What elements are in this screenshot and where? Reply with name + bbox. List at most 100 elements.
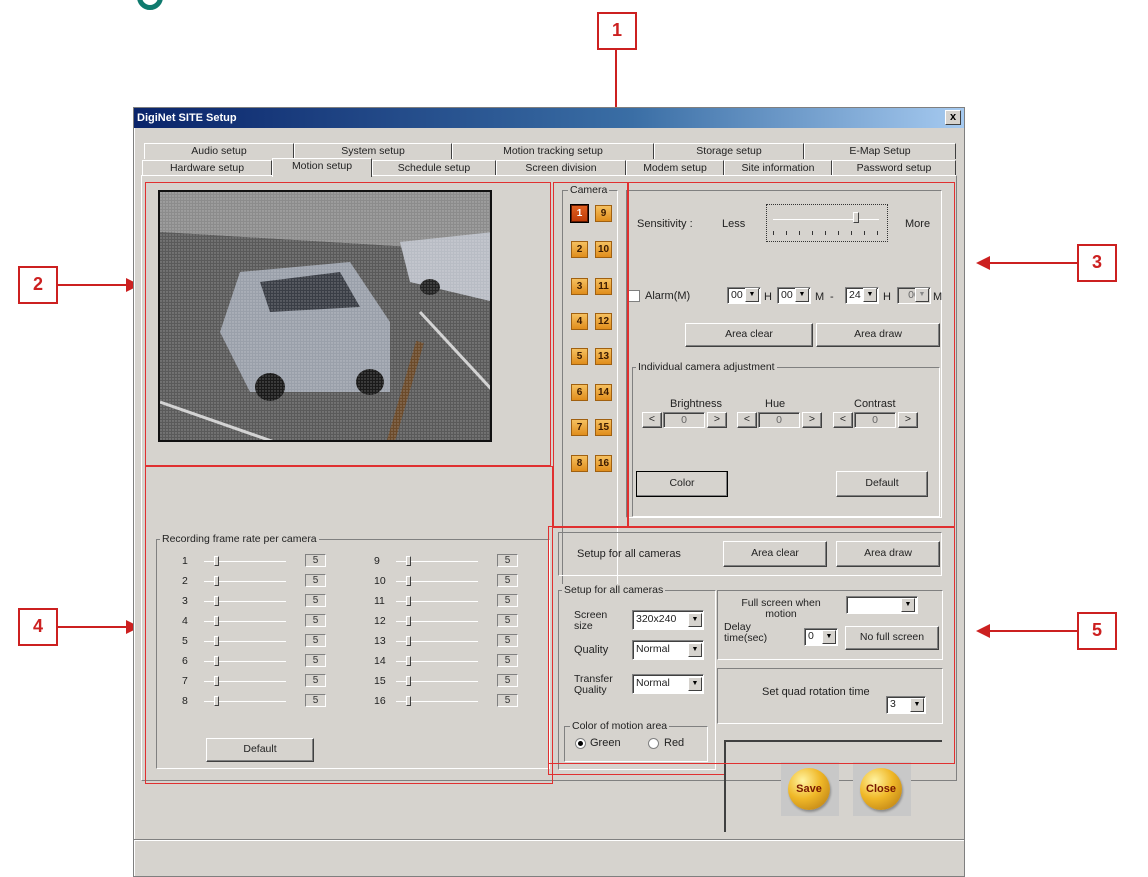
alarm-checkbox[interactable]: [628, 290, 640, 302]
close-button[interactable]: Close: [860, 768, 902, 810]
frame-rate-slider-thumb[interactable]: [406, 676, 411, 686]
camera-button-3[interactable]: 3: [571, 278, 588, 295]
tab-storage-setup[interactable]: Storage setup: [654, 143, 804, 159]
frame-rate-slider-thumb[interactable]: [406, 556, 411, 566]
callout-2: 2: [18, 266, 58, 304]
frame-rate-camera-number: 6: [182, 655, 188, 667]
hue-decrease-button[interactable]: <: [737, 412, 757, 428]
frame-rate-value: 5: [305, 654, 326, 667]
tab-hardware-setup[interactable]: Hardware setup: [142, 160, 272, 176]
brightness-decrease-button[interactable]: <: [642, 412, 662, 428]
frame-rate-slider-thumb[interactable]: [406, 696, 411, 706]
frame-rate-slider-thumb[interactable]: [406, 596, 411, 606]
frame-rate-camera-number: 15: [374, 675, 386, 687]
area-draw-button[interactable]: Area draw: [816, 323, 940, 347]
camera-button-7[interactable]: 7: [571, 419, 588, 436]
frame-rate-slider-thumb[interactable]: [406, 616, 411, 626]
frame-rate-slider-thumb[interactable]: [214, 656, 219, 666]
green-radio[interactable]: [575, 738, 586, 749]
chevron-down-icon[interactable]: ▼: [795, 288, 809, 302]
tab-emap-setup[interactable]: E-Map Setup: [804, 143, 956, 159]
adjustment-group-label: Individual camera adjustment: [636, 361, 777, 373]
camera-button-15[interactable]: 15: [595, 419, 612, 436]
callout-4: 4: [18, 608, 58, 646]
camera-button-1[interactable]: 1: [571, 205, 588, 222]
window-title: DigiNet SITE Setup: [134, 108, 964, 128]
save-button[interactable]: Save: [788, 768, 830, 810]
chevron-down-icon[interactable]: ▼: [688, 613, 702, 627]
tab-schedule-setup[interactable]: Schedule setup: [372, 160, 496, 176]
chevron-down-icon[interactable]: ▼: [901, 598, 915, 612]
status-divider: [134, 839, 964, 841]
frame-rate-camera-number: 2: [182, 575, 188, 587]
contrast-decrease-button[interactable]: <: [833, 412, 853, 428]
camera-button-9[interactable]: 9: [595, 205, 612, 222]
alarm-hour-unit-2: H: [883, 291, 891, 303]
camera-button-13[interactable]: 13: [595, 348, 612, 365]
frame-rate-slider-thumb[interactable]: [406, 656, 411, 666]
tab-password-setup[interactable]: Password setup: [832, 160, 956, 176]
frame-rate-value: 5: [305, 574, 326, 587]
camera-button-12[interactable]: 12: [595, 313, 612, 330]
camera-button-5[interactable]: 5: [571, 348, 588, 365]
frame-rate-slider-thumb[interactable]: [214, 576, 219, 586]
tab-system-setup[interactable]: System setup: [294, 143, 452, 159]
tab-site-information[interactable]: Site information: [724, 160, 832, 176]
all-area-clear-button[interactable]: Area clear: [723, 541, 827, 567]
quad-label: Set quad rotation time: [762, 686, 870, 698]
camera-button-14[interactable]: 14: [595, 384, 612, 401]
frame-rate-slider-thumb[interactable]: [406, 636, 411, 646]
region-5-tail: [548, 763, 724, 775]
camera-button-4[interactable]: 4: [571, 313, 588, 330]
color-button[interactable]: Color: [636, 471, 728, 497]
camera-button-10[interactable]: 10: [595, 241, 612, 258]
frame-rate-value: 5: [497, 614, 518, 627]
chevron-down-icon[interactable]: ▼: [863, 288, 877, 302]
red-radio[interactable]: [648, 738, 659, 749]
frame-rate-slider-thumb[interactable]: [214, 556, 219, 566]
alarm-minute-unit-2: M: [933, 291, 943, 303]
camera-button-6[interactable]: 6: [571, 384, 588, 401]
sensitivity-track: [773, 219, 879, 220]
frame-rate-slider-thumb[interactable]: [214, 596, 219, 606]
default-adjust-button[interactable]: Default: [836, 471, 928, 497]
frame-rate-slider-thumb[interactable]: [214, 696, 219, 706]
tab-screen-division[interactable]: Screen division: [496, 160, 626, 176]
camera-group-label: Camera: [568, 184, 610, 196]
frame-rate-slider-thumb[interactable]: [406, 576, 411, 586]
frame-rate-slider-thumb[interactable]: [214, 616, 219, 626]
no-full-screen-button[interactable]: No full screen: [845, 626, 939, 650]
alarm-label: Alarm(M): [645, 290, 691, 302]
all-area-draw-button[interactable]: Area draw: [836, 541, 940, 567]
frame-rate-camera-number: 4: [182, 615, 188, 627]
camera-button-16[interactable]: 16: [595, 455, 612, 472]
recording-default-button[interactable]: Default: [206, 738, 314, 762]
camera-preview[interactable]: [158, 190, 492, 442]
chevron-down-icon[interactable]: ▼: [745, 288, 759, 302]
contrast-increase-button[interactable]: >: [898, 412, 918, 428]
brightness-increase-button[interactable]: >: [707, 412, 727, 428]
sensitivity-thumb[interactable]: [853, 212, 859, 223]
camera-button-11[interactable]: 11: [595, 278, 612, 295]
tab-motion-tracking-setup[interactable]: Motion tracking setup: [452, 143, 654, 159]
heading-fragment: [133, 0, 173, 12]
sensitivity-slider[interactable]: [766, 204, 888, 242]
hue-increase-button[interactable]: >: [802, 412, 822, 428]
chevron-down-icon[interactable]: ▼: [822, 630, 836, 644]
frame-rate-slider-thumb[interactable]: [214, 676, 219, 686]
chevron-down-icon[interactable]: ▼: [910, 698, 924, 712]
chevron-down-icon[interactable]: ▼: [688, 643, 702, 657]
tab-modem-setup[interactable]: Modem setup: [626, 160, 724, 176]
setup-window: DigiNet SITE Setup x Audio setup System …: [133, 107, 965, 877]
delay-label: Delay time(sec): [724, 621, 768, 644]
area-clear-button[interactable]: Area clear: [685, 323, 813, 347]
close-icon[interactable]: x: [945, 110, 961, 125]
camera-button-8[interactable]: 8: [571, 455, 588, 472]
brightness-label: Brightness: [670, 398, 722, 410]
frame-rate-slider-thumb[interactable]: [214, 636, 219, 646]
tab-motion-setup[interactable]: Motion setup: [272, 158, 372, 177]
camera-button-2[interactable]: 2: [571, 241, 588, 258]
chevron-down-icon[interactable]: ▼: [688, 677, 702, 691]
tab-audio-setup[interactable]: Audio setup: [144, 143, 294, 159]
alarm-hour-unit-1: H: [764, 291, 772, 303]
